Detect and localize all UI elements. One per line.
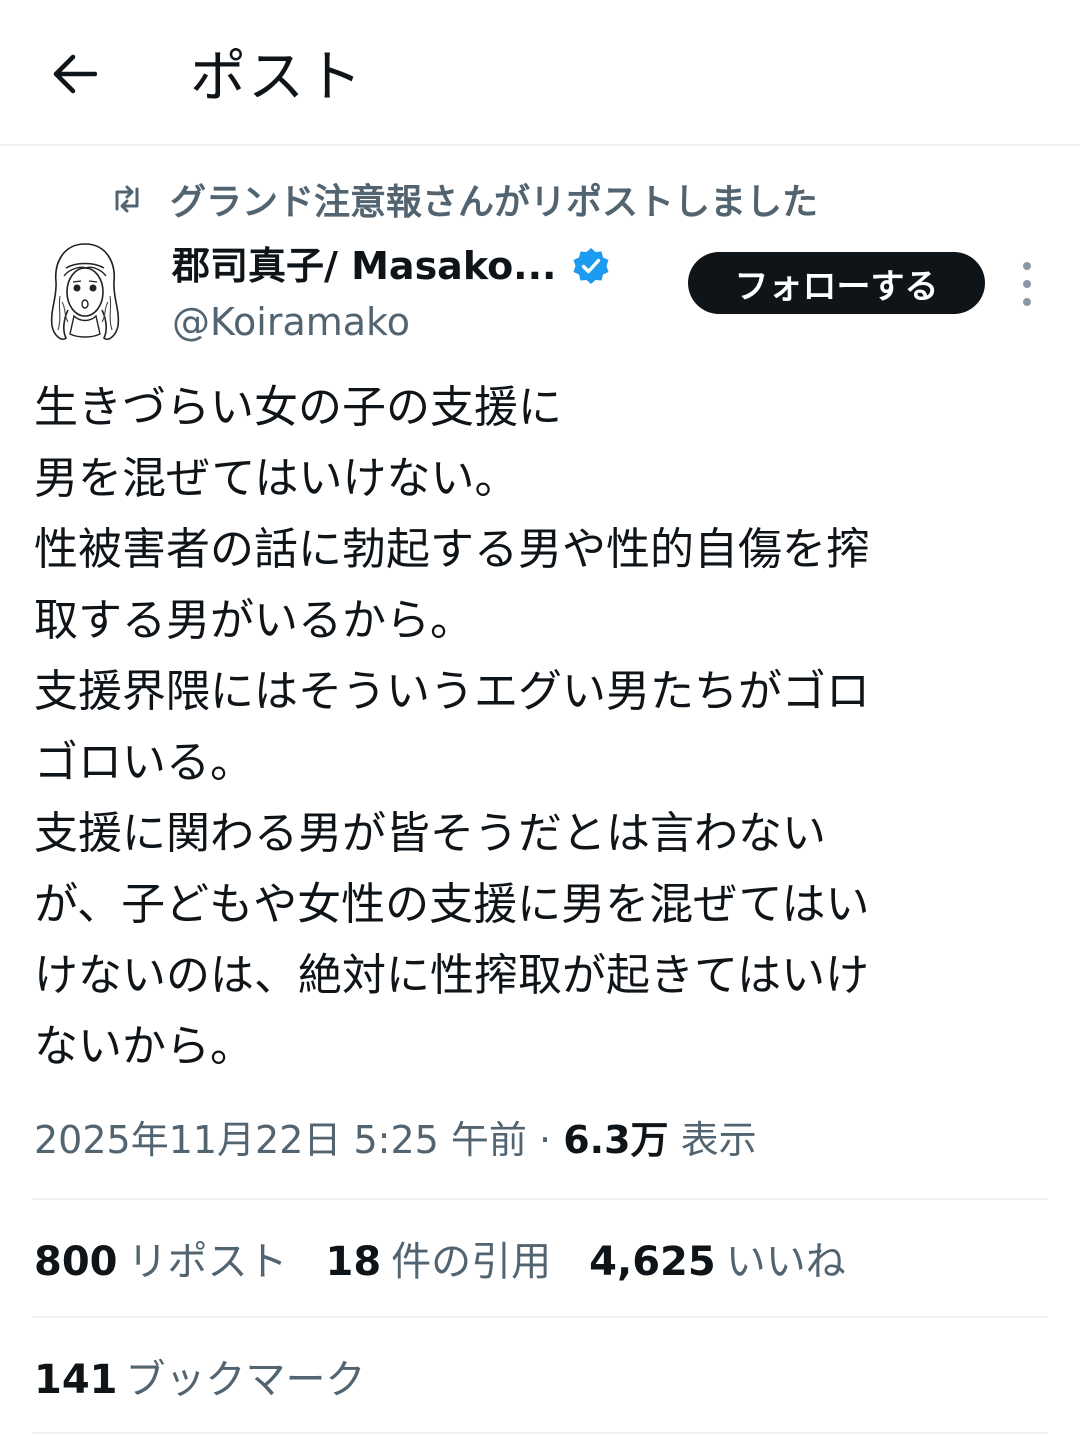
quotes-stat[interactable]: 18 件の引用 (326, 1234, 552, 1290)
tweet-line: けないのは、絶対に性搾取が起きてはいけ (34, 950, 870, 1001)
top-bar: ポスト (0, 0, 1080, 146)
reposts-label: リポスト (127, 1239, 288, 1285)
author-info[interactable]: 郡司真子/ Masako... @Koiramako (172, 238, 611, 350)
likes-label: いいね (725, 1239, 846, 1285)
repost-icon (110, 185, 154, 213)
tweet-line: 支援界隈にはそういうエグい男たちがゴロ (34, 666, 870, 717)
divider (32, 1316, 1048, 1318)
quotes-label: 件の引用 (391, 1239, 552, 1285)
more-options-button[interactable] (1010, 262, 1044, 306)
author-display-name: 郡司真子/ Masako... (172, 244, 557, 288)
tweet-line: 性被害者の話に勃起する男や性的自傷を搾 (34, 524, 870, 575)
repost-context-text: グランド注意報さんがリポストしました (170, 182, 819, 223)
author-name-row[interactable]: 郡司真子/ Masako... (172, 238, 611, 294)
verified-badge-icon (573, 248, 608, 284)
avatar[interactable] (42, 238, 128, 346)
views-count: 6.3万 (563, 1118, 669, 1162)
likes-stat[interactable]: 4,625 いいね (589, 1234, 846, 1290)
tweet-line: ゴロいる。 (34, 737, 254, 788)
more-vertical-icon (1023, 262, 1031, 270)
tweet-line: 生きづらい女の子の支援に (34, 382, 562, 433)
likes-count: 4,625 (589, 1239, 716, 1285)
arrow-left-icon (53, 54, 97, 94)
tweet-line: 支援に関わる男が皆そうだとは言わない (34, 808, 826, 859)
bookmarks-label: ブックマーク (125, 1357, 366, 1403)
meta-separator: · (539, 1118, 552, 1162)
tweet-text: 生きづらい女の子の支援に 男を混ぜてはいけない。 性被害者の話に勃起する男や性的… (34, 372, 1044, 1082)
reposts-stat[interactable]: 800 リポスト (34, 1234, 288, 1290)
tweet-line: ないから。 (34, 1021, 254, 1072)
reposts-count: 800 (34, 1239, 118, 1285)
bookmarks-stat[interactable]: 141 ブックマーク (34, 1352, 366, 1408)
tweet-line: 取する男がいるから。 (34, 595, 474, 646)
tweet-line: が、子どもや女性の支援に男を混ぜてはい (34, 879, 870, 930)
back-button[interactable] (44, 46, 104, 102)
timestamp[interactable]: 2025年11月22日 5:25 午前 (34, 1118, 527, 1162)
tweet-meta: 2025年11月22日 5:25 午前 · 6.3万 表示 (34, 1112, 757, 1168)
divider (32, 1432, 1048, 1434)
engagement-stats: 800 リポスト 18 件の引用 4,625 いいね (34, 1234, 884, 1290)
views-label: 表示 (680, 1118, 757, 1162)
author-handle[interactable]: @Koiramako (172, 294, 611, 350)
page-title: ポスト (190, 45, 364, 110)
tweet-line: 男を混ぜてはいけない。 (34, 453, 519, 504)
repost-context[interactable]: グランド注意報さんがリポストしました (110, 174, 818, 224)
bookmarks-count: 141 (34, 1357, 118, 1403)
follow-button[interactable]: フォローする (688, 252, 985, 314)
quotes-count: 18 (325, 1239, 382, 1285)
divider (32, 1198, 1048, 1200)
